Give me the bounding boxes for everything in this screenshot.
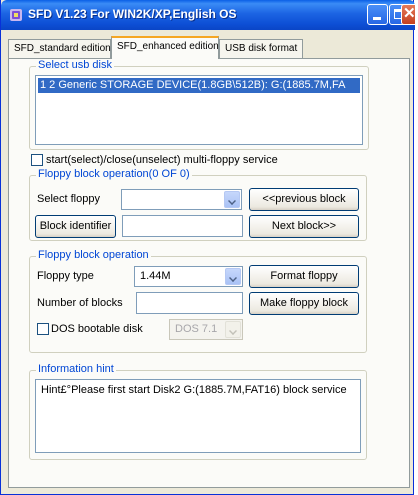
minimize-icon [373, 17, 381, 20]
previous-block-button[interactable]: <<previous block [249, 188, 359, 211]
app-window: SFD V1.23 For WIN2K/XP,English OS ✕ SFD_… [0, 0, 416, 495]
usb-disk-selected-item[interactable]: 1 2 Generic STORAGE DEVICE(1.8GB\512B): … [38, 78, 360, 93]
dos-version-value: DOS 7.1 [175, 323, 218, 335]
multi-floppy-checkbox[interactable] [31, 154, 43, 166]
minimize-button[interactable] [367, 4, 388, 25]
usb-disk-group-label: Select usb disk [36, 59, 114, 71]
chevron-down-icon[interactable] [224, 191, 240, 208]
usb-disk-list[interactable]: 1 2 Generic STORAGE DEVICE(1.8GB\512B): … [35, 75, 363, 145]
select-floppy-label: Select floppy [37, 193, 100, 205]
information-hint-text: Hint£°Please first start Disk2 G:(1885.7… [35, 379, 361, 453]
block-operation-group-label: Floppy block operation(0 OF 0) [36, 168, 192, 180]
tab-standard-edition[interactable]: SFD_standard edition [8, 39, 111, 58]
chevron-down-icon[interactable] [225, 321, 241, 338]
dos-version-dropdown[interactable]: DOS 7.1 [169, 319, 243, 340]
multi-floppy-label: start(select)/close(unselect) multi-flop… [46, 154, 278, 166]
tab-usb-disk-format[interactable]: USB disk format [219, 39, 303, 58]
floppy-type-label: Floppy type [37, 270, 94, 282]
number-of-blocks-field[interactable] [136, 292, 243, 314]
number-of-blocks-label: Number of blocks [37, 297, 123, 309]
enhanced-edition-panel: Select usb disk 1 2 Generic STORAGE DEVI… [8, 58, 410, 488]
floppy-type-value: 1.44M [140, 270, 171, 282]
chevron-down-icon[interactable] [225, 268, 241, 285]
next-block-button[interactable]: Next block>> [249, 215, 359, 238]
information-group-label: Information hint [36, 363, 116, 375]
select-floppy-dropdown[interactable] [121, 189, 242, 210]
dos-bootable-checkbox[interactable] [37, 323, 49, 335]
sfd-app-icon [10, 9, 22, 21]
block-identifier-button[interactable]: Block identifier [35, 215, 116, 238]
close-icon: ✕ [403, 5, 416, 22]
close-button[interactable]: ✕ [401, 4, 416, 25]
tab-enhanced-edition[interactable]: SFD_enhanced edition [111, 36, 219, 59]
floppy-operation-group-label: Floppy block operation [36, 249, 151, 261]
make-floppy-block-button[interactable]: Make floppy block [249, 292, 359, 315]
floppy-type-dropdown[interactable]: 1.44M [134, 266, 243, 287]
window-title: SFD V1.23 For WIN2K/XP,English OS [28, 7, 237, 21]
title-bar[interactable]: SFD V1.23 For WIN2K/XP,English OS ✕ [1, 0, 416, 30]
block-identifier-field[interactable] [122, 215, 243, 237]
dos-bootable-label: DOS bootable disk [51, 323, 143, 335]
format-floppy-button[interactable]: Format floppy [249, 265, 359, 288]
